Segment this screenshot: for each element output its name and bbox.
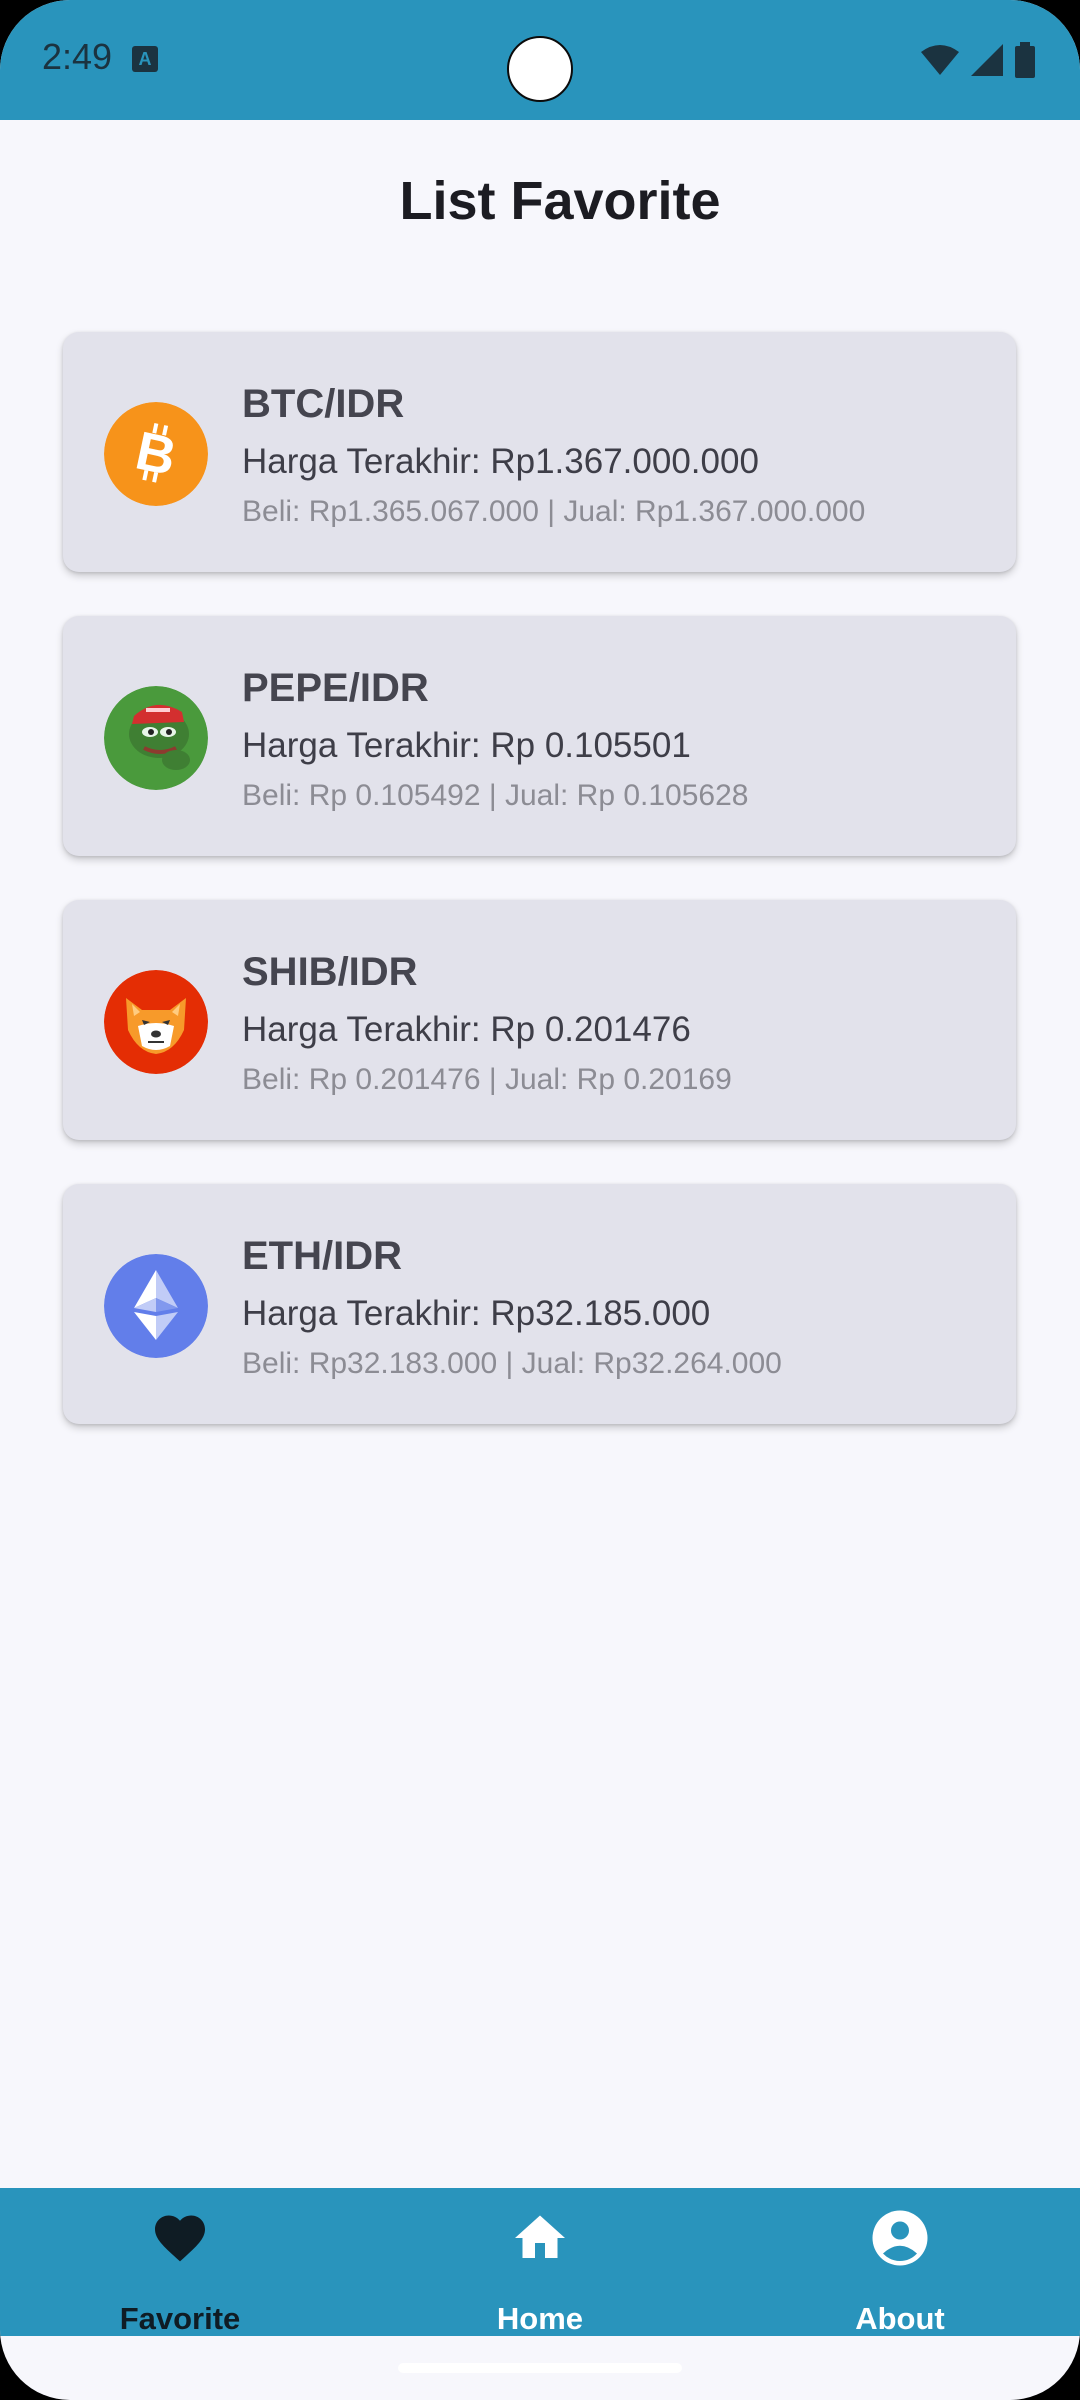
- heart-icon: [155, 2215, 205, 2262]
- favorite-card-btc[interactable]: B BTC/IDR Harga Terakhir: Rp1.367.000.00…: [63, 332, 1016, 572]
- status-time: 2:49: [42, 36, 113, 77]
- page-title: List Favorite: [399, 171, 721, 231]
- shiba-inu-icon: [104, 970, 208, 1074]
- last-price: Harga Terakhir: Rp1.367.000.000: [242, 442, 759, 481]
- pair-name: PEPE/IDR: [242, 666, 429, 710]
- battery-icon: [1015, 42, 1035, 78]
- nav-label-about: About: [855, 2301, 945, 2336]
- pair-name: SHIB/IDR: [242, 950, 418, 994]
- last-price: Harga Terakhir: Rp 0.201476: [242, 1010, 691, 1049]
- nav-item-favorite[interactable]: Favorite: [0, 2188, 360, 2336]
- status-bar: 2:49 A: [0, 0, 1080, 120]
- bid-ask-price: Beli: Rp 0.105492 | Jual: Rp 0.105628: [242, 779, 749, 812]
- bid-ask-price: Beli: Rp 0.201476 | Jual: Rp 0.20169: [242, 1063, 732, 1096]
- nav-item-about[interactable]: About: [720, 2188, 1080, 2336]
- ethereum-icon: [104, 1254, 208, 1358]
- account-circle-icon: [872, 2210, 928, 2266]
- nav-item-home[interactable]: Home: [360, 2188, 720, 2336]
- favorite-card-shib[interactable]: SHIB/IDR Harga Terakhir: Rp 0.201476 Bel…: [63, 900, 1016, 1140]
- camera-cutout: [507, 36, 573, 102]
- last-price: Harga Terakhir: Rp32.185.000: [242, 1294, 711, 1333]
- signal-icon: [971, 44, 1003, 76]
- last-price: Harga Terakhir: Rp 0.105501: [242, 726, 691, 765]
- bottom-navigation: Favorite Home About: [0, 2188, 1080, 2336]
- home-indicator[interactable]: [398, 2363, 682, 2373]
- favorite-card-eth[interactable]: ETH/IDR Harga Terakhir: Rp32.185.000 Bel…: [63, 1184, 1016, 1424]
- status-icons: [920, 40, 1036, 80]
- nav-label-favorite: Favorite: [119, 2301, 241, 2336]
- app-screen: 2:49 A List Favorite B BTC/IDR Harga Ter…: [0, 0, 1080, 2400]
- bid-ask-price: Beli: Rp32.183.000 | Jual: Rp32.264.000: [242, 1347, 782, 1380]
- pair-name: BTC/IDR: [242, 382, 405, 426]
- favorite-card-pepe[interactable]: PEPE/IDR Harga Terakhir: Rp 0.105501 Bel…: [63, 616, 1016, 856]
- home-icon: [515, 2215, 565, 2258]
- bitcoin-icon: B: [104, 402, 208, 506]
- nav-label-home: Home: [496, 2301, 584, 2336]
- bid-ask-price: Beli: Rp1.365.067.000 | Jual: Rp1.367.00…: [242, 495, 866, 528]
- keyboard-a-icon: A: [132, 46, 158, 72]
- wifi-icon: [921, 45, 959, 75]
- pair-name: ETH/IDR: [242, 1234, 402, 1278]
- pepe-icon: [104, 686, 208, 790]
